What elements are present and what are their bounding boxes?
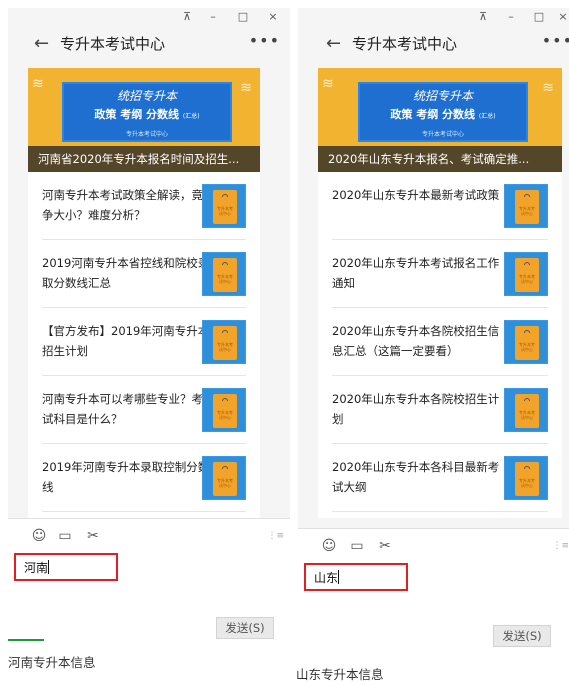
maximize-icon[interactable]: □ <box>532 10 546 24</box>
emoji-icon[interactable]: ☺ <box>30 527 48 545</box>
chat-window-shandong: ⊼ – □ × ← 专升本考试中心 ••• ≋ ≋ 统招专升本 政策 考纲 分数… <box>298 8 569 653</box>
page-title: 专升本考试中心 <box>352 35 458 53</box>
chat-window-henan: ⊼ – □ × ← 专升本考试中心 ••• ≋ ≋ 统招专升本 政策 考纲 分数… <box>8 8 290 653</box>
article-title: 2020年山东专升本各院校招生信息汇总（这篇一定要看） <box>332 324 500 358</box>
close-icon[interactable]: × <box>556 10 569 24</box>
emoji-icon[interactable]: ☺ <box>320 537 338 555</box>
banner-board: 统招专升本 政策 考纲 分数线 (汇总) 专升本考试中心 <box>358 82 528 142</box>
article-title: 2020年山东专升本各院校招生计划 <box>332 392 500 426</box>
green-indicator <box>8 639 44 641</box>
back-arrow-icon[interactable]: ← <box>34 32 49 56</box>
page-title: 专升本考试中心 <box>60 35 166 53</box>
banner-line2: 政策 考纲 分数线 (汇总) <box>94 108 200 121</box>
wave-decoration: ≋ <box>542 80 554 96</box>
close-icon[interactable]: × <box>266 10 280 24</box>
article-thumbnail: 专升本考试中心 <box>202 456 246 500</box>
back-arrow-icon[interactable]: ← <box>326 32 341 56</box>
folder-icon[interactable]: ▭ <box>56 527 74 545</box>
title-bar: ← 专升本考试中心 ••• <box>8 28 290 64</box>
article-title: 2019河南专升本省控线和院校录取分数线汇总 <box>42 256 210 290</box>
message-input[interactable]: 山东 <box>304 563 408 591</box>
article-list: ≋ ≋ 统招专升本 政策 考纲 分数线 (汇总) 专升本考试中心 河南省2020… <box>28 68 260 518</box>
banner-board: 统招专升本 政策 考纲 分数线 (汇总) 专升本考试中心 <box>62 82 232 142</box>
message-input-text: 河南 <box>24 560 50 575</box>
banner[interactable]: ≋ ≋ 统招专升本 政策 考纲 分数线 (汇总) 专升本考试中心 2020年山东… <box>318 68 562 172</box>
minimize-icon[interactable]: – <box>206 10 220 24</box>
title-bar: ← 专升本考试中心 ••• <box>298 28 569 64</box>
more-icon[interactable]: ••• <box>542 30 569 52</box>
window-controls: ⊼ – □ × <box>8 8 290 26</box>
article-title: 2019年河南专升本录取控制分数线 <box>42 460 210 494</box>
banner-line3: 专升本考试中心 <box>421 131 464 138</box>
banner-caption: 2020年山东专升本报名、考试确定推... <box>318 146 562 172</box>
pin-icon[interactable]: ⊼ <box>476 10 490 24</box>
maximize-icon[interactable]: □ <box>236 10 250 24</box>
message-input[interactable]: 河南 <box>14 553 118 581</box>
article-thumbnail: 专升本考试中心 <box>504 388 548 432</box>
article-thumbnail: 专升本考试中心 <box>504 320 548 364</box>
scissors-icon[interactable]: ✂ <box>376 537 394 555</box>
banner-caption: 河南省2020年专升本报名时间及招生... <box>28 146 260 172</box>
article-list: ≋ ≋ 统招专升本 政策 考纲 分数线 (汇总) 专升本考试中心 2020年山东… <box>318 68 562 518</box>
list-item[interactable]: 河南专升本考试政策全解读，竟争大小？难度分析？ 专升本考试中心 <box>42 172 246 240</box>
message-input-text: 山东 <box>314 570 340 585</box>
list-item[interactable]: 2020年山东专升本各院校招生计划 专升本考试中心 <box>332 376 548 444</box>
article-title: 河南专升本考试政策全解读，竟争大小？难度分析？ <box>42 188 203 222</box>
article-thumbnail: 专升本考试中心 <box>202 252 246 296</box>
list-item[interactable]: 2020年山东专升本各院校招生信息汇总（这篇一定要看） 专升本考试中心 <box>332 308 548 376</box>
wave-decoration: ≋ <box>322 76 334 92</box>
list-item[interactable]: 河南专升本可以考哪些专业？考试科目是什么？ 专升本考试中心 <box>42 376 246 444</box>
send-button[interactable]: 发送(S) <box>493 625 551 647</box>
list-item[interactable]: 2020年山东专升本最新考试政策 专升本考试中心 <box>332 172 548 240</box>
list-item[interactable]: 2020年山东专升本考试报名工作通知 专升本考试中心 <box>332 240 548 308</box>
minimize-icon[interactable]: – <box>504 10 518 24</box>
wave-decoration: ≋ <box>240 80 252 96</box>
scissors-icon[interactable]: ✂ <box>84 527 102 545</box>
article-thumbnail: 专升本考试中心 <box>504 252 548 296</box>
list-item[interactable]: 2019年河南专升本录取控制分数线 专升本考试中心 <box>42 444 246 512</box>
more-icon[interactable]: ••• <box>249 30 280 52</box>
message-input-area: ☺ ▭ ✂ ⋮≡ 山东 发送(S) <box>298 528 569 653</box>
article-thumbnail: 专升本考试中心 <box>202 388 246 432</box>
article-thumbnail: 专升本考试中心 <box>504 184 548 228</box>
banner-line2: 政策 考纲 分数线 (汇总) <box>390 108 496 121</box>
window-controls: ⊼ – □ × <box>298 8 569 26</box>
article-title: 2020年山东专升本考试报名工作通知 <box>332 256 500 290</box>
article-title: 2020年山东专升本各科目最新考试大纲 <box>332 460 500 494</box>
collapse-icon[interactable]: ⋮≡ <box>552 541 569 551</box>
article-thumbnail: 专升本考试中心 <box>202 184 246 228</box>
send-button[interactable]: 发送(S) <box>216 617 274 639</box>
caption-henan: 河南专升本信息 <box>8 655 96 670</box>
article-thumbnail: 专升本考试中心 <box>504 456 548 500</box>
banner-line3: 专升本考试中心 <box>125 131 168 138</box>
caption-shandong: 山东专升本信息 <box>296 667 384 682</box>
list-item[interactable]: 2020年山东专升本各科目最新考试大纲 专升本考试中心 <box>332 444 548 512</box>
message-input-area: ☺ ▭ ✂ ⋮≡ 河南 发送(S) <box>8 518 290 653</box>
banner[interactable]: ≋ ≋ 统招专升本 政策 考纲 分数线 (汇总) 专升本考试中心 河南省2020… <box>28 68 260 172</box>
wave-decoration: ≋ <box>32 76 44 92</box>
folder-icon[interactable]: ▭ <box>348 537 366 555</box>
collapse-icon[interactable]: ⋮≡ <box>267 531 284 541</box>
list-item[interactable]: 2019河南专升本省控线和院校录取分数线汇总 专升本考试中心 <box>42 240 246 308</box>
banner-line1: 统招专升本 <box>116 89 177 103</box>
pin-icon[interactable]: ⊼ <box>180 10 194 24</box>
article-title: 2020年山东专升本最新考试政策 <box>332 188 500 202</box>
article-title: 河南专升本可以考哪些专业？考试科目是什么？ <box>42 392 203 426</box>
banner-line1: 统招专升本 <box>412 89 473 103</box>
article-title: 【官方发布】2019年河南专升本招生计划 <box>42 324 210 358</box>
article-thumbnail: 专升本考试中心 <box>202 320 246 364</box>
list-item[interactable]: 【官方发布】2019年河南专升本招生计划 专升本考试中心 <box>42 308 246 376</box>
